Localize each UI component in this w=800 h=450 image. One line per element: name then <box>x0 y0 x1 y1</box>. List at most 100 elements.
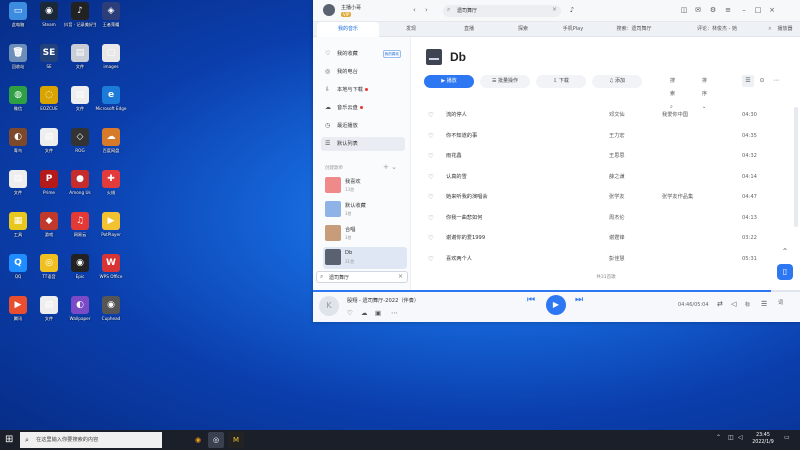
song-title[interactable]: 喜欢两个人 <box>446 249 472 269</box>
previous-icon[interactable]: ⏮ <box>527 295 535 305</box>
song-artist[interactable]: 邓文仙 <box>609 105 625 125</box>
taskbar-steam-icon[interactable]: ◎ <box>208 432 224 448</box>
sidebar-item[interactable]: ⇩ 本地与下载 <box>321 83 405 97</box>
song-album[interactable]: 张学友作品集 <box>662 187 693 207</box>
song-title[interactable]: 你我一曲悲如何 <box>446 208 482 228</box>
sidebar-item[interactable]: ☁ 音乐云盘 <box>321 101 405 115</box>
tab-2[interactable]: 直播 <box>443 22 495 37</box>
desktop-icon[interactable]: ◉ Epic <box>64 254 96 279</box>
taskbar-search[interactable]: ⌕ 在这里输入你要搜索的内容 <box>20 432 162 448</box>
forward-icon[interactable]: › <box>425 6 428 14</box>
song-row[interactable]: ♡ 喜欢两个人 彭佳慧 05:31 <box>412 249 800 269</box>
desktop-icon[interactable]: SE SE <box>33 44 65 69</box>
like-icon[interactable]: ♡ <box>428 187 434 207</box>
song-row[interactable]: ♡ 你不知道的事 王力宏 04:35 <box>412 126 800 146</box>
song-row[interactable]: ♡ 流的停人 邓文仙 我爱你中国 04:30 <box>412 105 800 125</box>
playlist-item[interactable]: 合唱 3首 <box>323 223 407 245</box>
minimize-icon[interactable]: – <box>739 5 749 15</box>
song-row[interactable]: ♡ 谢谢你的爱1999 谢霆锋 03:22 <box>412 228 800 248</box>
song-title[interactable]: 认真的雪 <box>446 167 467 187</box>
tab-5[interactable]: 搜索：遗司舞厅 <box>603 22 665 37</box>
song-title[interactable]: 雨花蠡 <box>446 146 462 166</box>
desktop-icon[interactable]: 🗑 回收站 <box>2 44 34 70</box>
message-icon[interactable]: ✉ <box>693 5 703 15</box>
back-to-top-icon[interactable]: ⌃ <box>777 244 793 260</box>
desktop-icon[interactable]: ▢ images <box>95 44 127 69</box>
list-view-icon[interactable]: ☰ <box>742 75 754 87</box>
song-title[interactable]: 你不知道的事 <box>446 126 477 146</box>
mini-mode-button[interactable]: 播放器 <box>771 22 799 37</box>
clear-search-icon[interactable]: × <box>552 6 557 13</box>
maximize-icon[interactable]: □ <box>753 5 763 15</box>
like-icon[interactable]: ♡ <box>428 208 434 228</box>
now-playing-cover[interactable]: K <box>319 296 339 316</box>
sidebar-item[interactable]: ◷ 最近播放 <box>321 119 405 133</box>
playlist-ops-icon[interactable]: + ⌄ <box>383 163 397 171</box>
desktop-icon[interactable]: ◉ Steam <box>33 2 65 27</box>
network-icon[interactable]: ◫ <box>728 434 734 441</box>
desktop-icon[interactable]: ◈ 王者荣耀 <box>95 2 127 28</box>
song-artist[interactable]: 谢霆锋 <box>609 228 625 248</box>
phone-icon[interactable]: ▯ <box>777 264 793 280</box>
desktop-icon[interactable]: W WPS Office <box>95 254 127 279</box>
like-icon[interactable]: ♡ <box>428 228 434 248</box>
skin-icon[interactable]: ◫ <box>679 5 689 15</box>
user-name[interactable]: 主播小哥 <box>341 4 361 11</box>
desktop-icon[interactable]: ☁ 百度网盘 <box>95 128 127 154</box>
desktop-icon[interactable]: ◉ Cuphead <box>95 296 127 321</box>
sidebar-item[interactable]: ♡ 我的收藏 我的喜欢 <box>321 47 405 61</box>
song-artist[interactable]: 周杰伦 <box>609 208 625 228</box>
tab-1[interactable]: 发现 <box>385 22 437 37</box>
search-input[interactable]: ⌕ 遗司舞厅 × <box>443 5 561 17</box>
like-icon[interactable]: ♡ <box>347 309 353 317</box>
close-icon[interactable]: × <box>767 5 777 15</box>
more-icon[interactable]: ⋯ <box>770 75 782 87</box>
quality-icon[interactable]: 标 <box>745 301 750 308</box>
song-title[interactable]: 谢谢你的爱1999 <box>446 228 485 248</box>
batch-ops-button[interactable]: ☰ 批量操作 <box>480 75 530 88</box>
desktop-icon[interactable]: ◐ Wallpaper <box>64 296 96 321</box>
next-icon[interactable]: ⏭ <box>575 295 583 305</box>
play-button[interactable]: ▶ <box>546 295 566 315</box>
locate-icon[interactable]: ⊙ <box>756 75 768 87</box>
taskbar-music-icon[interactable]: M <box>228 432 244 448</box>
like-icon[interactable]: ♡ <box>428 249 434 269</box>
desktop-icon[interactable]: ▭ 此电脑 <box>2 2 34 28</box>
playlist-item[interactable]: Db 31首 <box>323 247 407 269</box>
shuffle-icon[interactable]: ⇄ <box>717 300 723 308</box>
windows-start-icon[interactable]: ⊞ <box>5 434 13 445</box>
song-artist[interactable]: 王力宏 <box>609 126 625 146</box>
desktop-icon[interactable]: ▤ 文件 <box>2 170 34 196</box>
lyrics-icon[interactable]: 词 <box>778 299 783 306</box>
volume-icon[interactable]: ◁ <box>731 300 736 308</box>
desktop-icon[interactable]: Q QQ <box>2 254 34 279</box>
song-artist[interactable]: 薛之谦 <box>609 167 625 187</box>
like-icon[interactable]: ♡ <box>428 146 434 166</box>
tab-3[interactable]: 探索 <box>501 22 545 37</box>
tab-0[interactable]: 我的音乐 <box>317 22 379 37</box>
desktop-icon[interactable]: ◌ EOZCUE <box>33 86 65 111</box>
sidebar-item[interactable]: ☰ 默认列表 <box>321 137 405 151</box>
system-clock[interactable]: 23:45 2022/1/9 <box>748 432 778 446</box>
song-title[interactable]: 流的停人 <box>446 105 467 125</box>
more-icon[interactable]: ⋯ <box>391 309 398 317</box>
desktop-icon[interactable]: e Microsoft Edge <box>95 86 127 111</box>
add-button[interactable]: ♫ 添加 <box>592 75 642 88</box>
desktop-icon[interactable]: ● Among Us <box>64 170 96 195</box>
like-icon[interactable]: ♡ <box>428 167 434 187</box>
back-icon[interactable]: ‹ <box>413 6 416 14</box>
scrollbar[interactable] <box>794 107 798 227</box>
tab-6[interactable]: 评论：林俊杰 - 她 <box>671 22 763 37</box>
tab-4[interactable]: 手机Play <box>549 22 597 37</box>
desktop-icon[interactable]: ▤ 文件 <box>64 86 96 112</box>
volume-tray-icon[interactable]: ◁ <box>738 434 743 441</box>
like-icon[interactable]: ♡ <box>428 105 434 125</box>
download-button[interactable]: ⇩ 下载 <box>536 75 586 88</box>
settings-icon[interactable]: ⚙ <box>708 5 718 15</box>
sidebar-badge[interactable]: 我的喜欢 <box>382 50 401 58</box>
play-all-button[interactable]: ▶ 播放 <box>424 75 474 88</box>
share-icon[interactable]: ☁ <box>361 309 368 317</box>
desktop-icon[interactable]: ♫ 网易云 <box>64 212 96 238</box>
sidebar-item[interactable]: ◎ 我的电台 <box>321 65 405 79</box>
clear-icon[interactable]: × <box>398 273 403 280</box>
